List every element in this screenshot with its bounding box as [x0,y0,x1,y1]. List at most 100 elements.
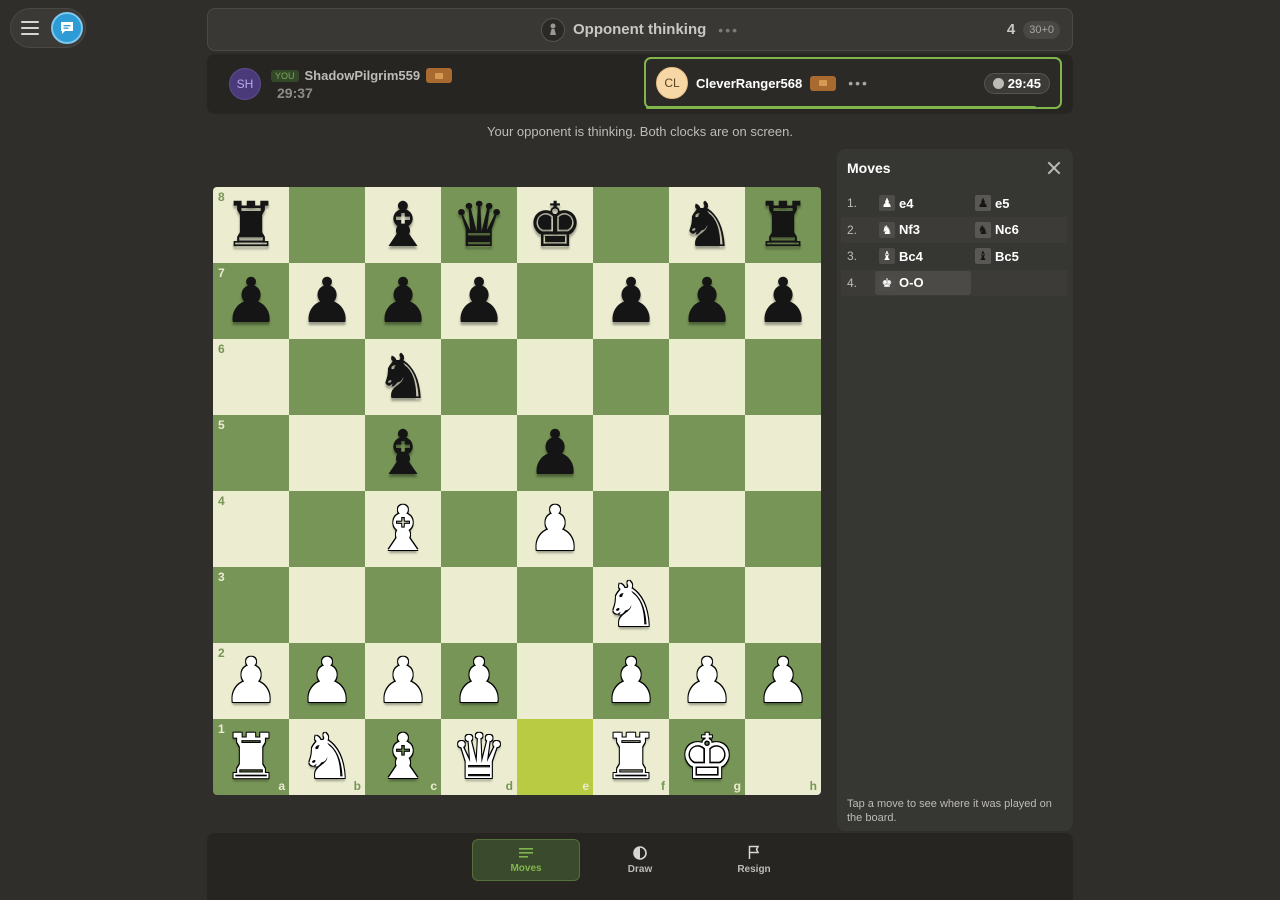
black-king-piece[interactable]: ♚ [527,194,583,256]
square-e4[interactable]: ♟ [517,491,593,567]
square-e5[interactable]: ♟ [517,415,593,491]
square-h5[interactable] [745,415,821,491]
square-b8[interactable] [289,187,365,263]
square-e6[interactable] [517,339,593,415]
black-pawn-piece[interactable]: ♟ [603,270,659,332]
white-knight-piece[interactable]: ♞ [603,574,659,636]
white-pawn-piece[interactable]: ♟ [375,650,431,712]
draw-button[interactable]: Draw [586,839,694,881]
square-a6[interactable]: 6 [213,339,289,415]
white-move[interactable]: ♟ e4 [875,191,971,215]
square-g2[interactable]: ♟ [669,643,745,719]
white-queen-piece[interactable]: ♛ [451,726,507,788]
white-pawn-piece[interactable]: ♟ [223,650,279,712]
black-pawn-piece[interactable]: ♟ [755,270,811,332]
black-pawn-piece[interactable]: ♟ [299,270,355,332]
square-e1[interactable]: e [517,719,593,795]
square-d5[interactable] [441,415,517,491]
black-move[interactable]: ♞ Nc6 [971,218,1067,242]
square-a4[interactable]: 4 [213,491,289,567]
black-rook-piece[interactable]: ♜ [223,194,279,256]
black-rook-piece[interactable]: ♜ [755,194,811,256]
square-g4[interactable] [669,491,745,567]
square-f3[interactable]: ♞ [593,567,669,643]
square-c4[interactable]: ♝ [365,491,441,567]
black-bishop-piece[interactable]: ♝ [375,422,431,484]
square-f5[interactable] [593,415,669,491]
player-name[interactable]: ShadowPilgrim559 [305,68,421,83]
square-a1[interactable]: 1 a ♜ [213,719,289,795]
square-h2[interactable]: ♟ [745,643,821,719]
white-pawn-piece[interactable]: ♟ [679,650,735,712]
black-knight-piece[interactable]: ♞ [679,194,735,256]
black-bishop-piece[interactable]: ♝ [375,194,431,256]
square-c2[interactable]: ♟ [365,643,441,719]
square-d7[interactable]: ♟ [441,263,517,339]
square-c1[interactable]: c ♝ [365,719,441,795]
square-h3[interactable] [745,567,821,643]
white-move[interactable]: ♚ O-O [875,270,971,295]
white-pawn-piece[interactable]: ♟ [755,650,811,712]
square-b7[interactable]: ♟ [289,263,365,339]
white-move[interactable]: ♝ Bc4 [875,244,971,268]
square-h6[interactable] [745,339,821,415]
square-a7[interactable]: 7 ♟ [213,263,289,339]
square-f7[interactable]: ♟ [593,263,669,339]
white-pawn-piece[interactable]: ♟ [603,650,659,712]
close-icon[interactable] [1047,161,1061,175]
square-b1[interactable]: b ♞ [289,719,365,795]
hamburger-menu-icon[interactable] [21,21,39,35]
white-pawn-piece[interactable]: ♟ [299,650,355,712]
black-pawn-piece[interactable]: ♟ [375,270,431,332]
square-e7[interactable] [517,263,593,339]
white-bishop-piece[interactable]: ♝ [375,498,431,560]
square-g7[interactable]: ♟ [669,263,745,339]
black-knight-piece[interactable]: ♞ [375,346,431,408]
square-f4[interactable] [593,491,669,567]
square-h4[interactable] [745,491,821,567]
moves-button[interactable]: Moves [472,839,580,881]
square-a8[interactable]: 8 ♜ [213,187,289,263]
white-rook-piece[interactable]: ♜ [603,726,659,788]
square-a2[interactable]: 2 ♟ [213,643,289,719]
square-c3[interactable] [365,567,441,643]
black-pawn-piece[interactable]: ♟ [223,270,279,332]
square-d1[interactable]: d ♛ [441,719,517,795]
square-g6[interactable] [669,339,745,415]
square-c7[interactable]: ♟ [365,263,441,339]
square-b3[interactable] [289,567,365,643]
square-a5[interactable]: 5 [213,415,289,491]
square-a3[interactable]: 3 [213,567,289,643]
square-d8[interactable]: ♛ [441,187,517,263]
square-d2[interactable]: ♟ [441,643,517,719]
square-h1[interactable]: h [745,719,821,795]
square-b2[interactable]: ♟ [289,643,365,719]
black-move[interactable]: ♟ e5 [971,191,1067,215]
square-d6[interactable] [441,339,517,415]
black-pawn-piece[interactable]: ♟ [451,270,507,332]
square-e2[interactable] [517,643,593,719]
square-e8[interactable]: ♚ [517,187,593,263]
black-queen-piece[interactable]: ♛ [451,194,507,256]
white-move[interactable]: ♞ Nf3 [875,218,971,242]
square-e3[interactable] [517,567,593,643]
square-f6[interactable] [593,339,669,415]
square-c6[interactable]: ♞ [365,339,441,415]
square-g5[interactable] [669,415,745,491]
white-rook-piece[interactable]: ♜ [223,726,279,788]
white-king-piece[interactable]: ♚ [679,726,735,788]
square-f8[interactable] [593,187,669,263]
resign-button[interactable]: Resign [700,839,808,881]
player-name[interactable]: CleverRanger568 [696,76,802,91]
white-bishop-piece[interactable]: ♝ [375,726,431,788]
black-pawn-piece[interactable]: ♟ [679,270,735,332]
square-g3[interactable] [669,567,745,643]
chat-icon[interactable] [51,12,83,44]
chess-board[interactable]: 8 ♜ ♝ ♛ ♚ ♞ ♜ 7 ♟ ♟ ♟ ♟ ♟ ♟ ♟ 6 ♞ 5 ♝ ♟ 4 ♝ ♟ 3 ♞ 2 ♟ ♟ ♟ ♟ ♟ ♟ ♟ 1 a ♜ b ♞ c ♝… [213,187,821,795]
white-pawn-piece[interactable]: ♟ [451,650,507,712]
black-move[interactable]: ♝ Bc5 [971,244,1067,268]
white-pawn-piece[interactable]: ♟ [527,498,583,560]
square-b5[interactable] [289,415,365,491]
square-b6[interactable] [289,339,365,415]
square-h7[interactable]: ♟ [745,263,821,339]
